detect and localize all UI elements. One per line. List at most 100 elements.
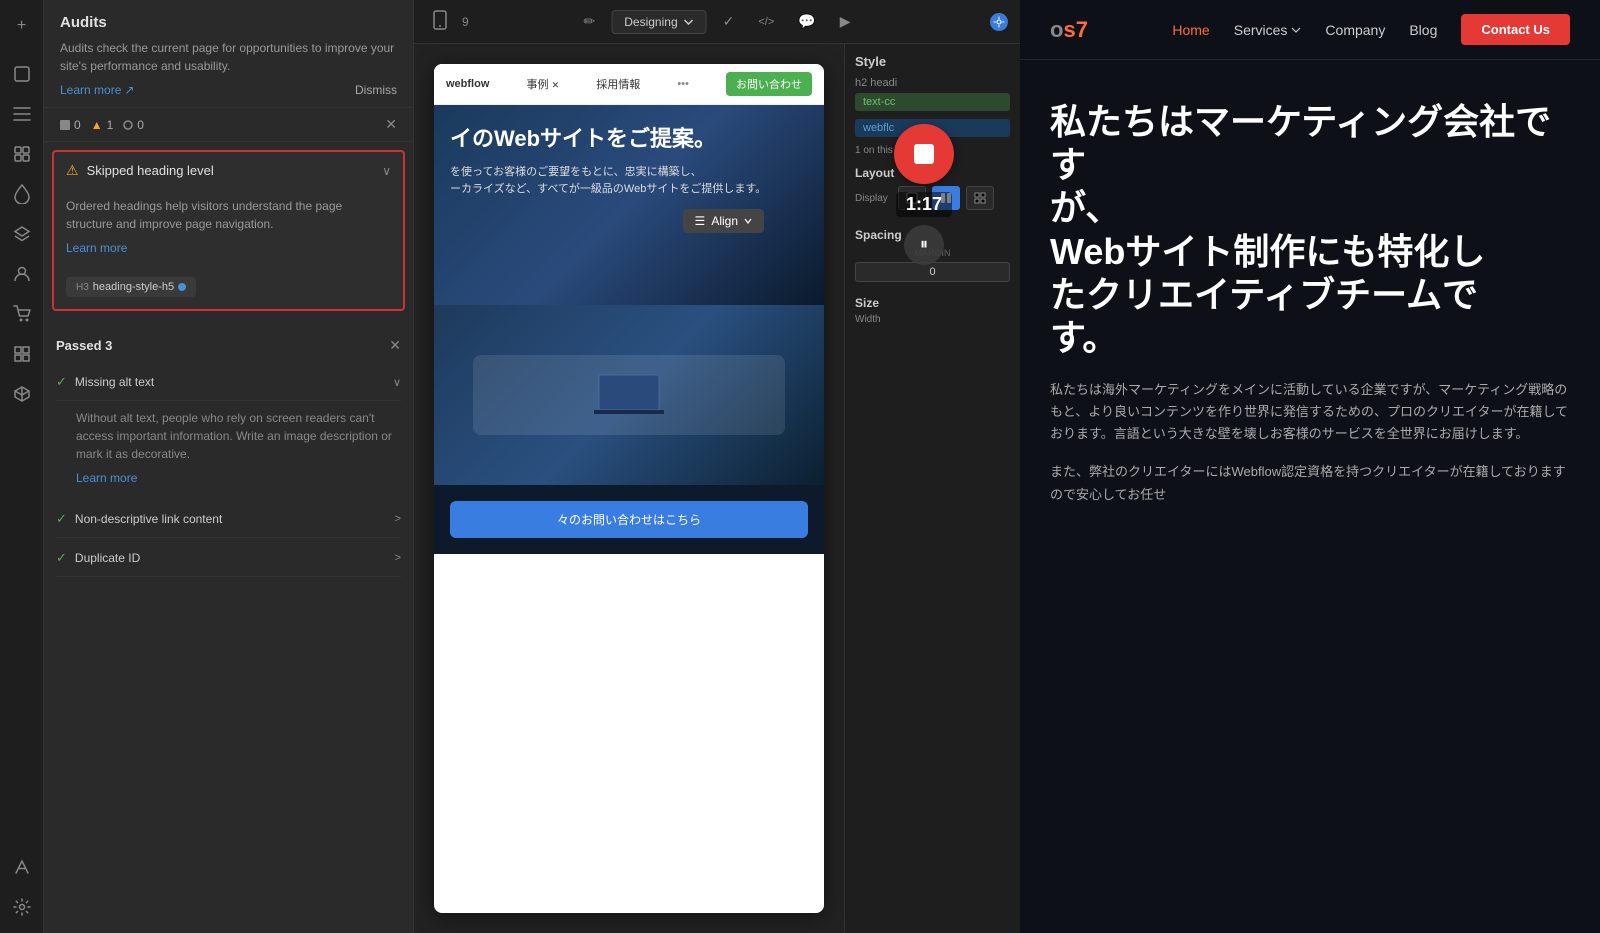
- nav-logo: os7: [1050, 17, 1088, 43]
- duplicate-id-check: ✓: [56, 550, 67, 566]
- size-section-title: Size: [855, 296, 1010, 310]
- nav-services[interactable]: Services: [1234, 22, 1302, 38]
- link-content-chevron: >: [395, 513, 401, 525]
- play-icon[interactable]: ▶: [832, 9, 859, 34]
- duplicate-id-title: Duplicate ID: [75, 551, 395, 565]
- heading-tag[interactable]: H3 heading-style-h5: [66, 277, 196, 297]
- skipped-heading-tag-row: H3 heading-style-h5: [54, 269, 403, 309]
- skipped-heading-body: Ordered headings help visitors understan…: [54, 189, 403, 269]
- mobile-subtext: を使ってお客様のご要望をもとに、忠実に構築し、ーカライズなど、すべてが一級品のW…: [450, 164, 808, 199]
- code-icon[interactable]: </>: [750, 12, 782, 32]
- audits-dismiss-button[interactable]: Dismiss: [355, 83, 397, 97]
- mobile-hero: イのWebサイトをご提案。 を使ってお客様のご要望をもとに、忠実に構築し、ーカラ…: [434, 105, 824, 305]
- tag-dot: [178, 283, 186, 291]
- link-content-header[interactable]: ✓ Non-descriptive link content >: [56, 501, 401, 538]
- topbar-left: 9: [426, 6, 469, 37]
- designing-dropdown[interactable]: Designing: [611, 10, 706, 34]
- alt-text-chevron: ∨: [393, 376, 401, 389]
- duplicate-id-chevron: >: [395, 552, 401, 564]
- hero-body-2: また、弊社のクリエイターにはWebflow認定資格を持つクリエイターが在籍してお…: [1050, 461, 1570, 505]
- canvas-area: webflow 事例 ✕ 採用情報 ••• お問い合わせ イのWebサイトをご提…: [414, 44, 844, 933]
- cart-icon[interactable]: [6, 298, 38, 330]
- audits-learn-more-link[interactable]: Learn more ↗: [60, 83, 134, 97]
- skipped-heading-learn-more[interactable]: Learn more: [66, 239, 391, 257]
- display-label: Display: [855, 193, 888, 204]
- nav-links: Home Services Company Blog: [1172, 22, 1437, 38]
- grid-icon[interactable]: [6, 338, 38, 370]
- mobile-nav-dots[interactable]: •••: [677, 78, 689, 90]
- website-hero: 私たちはマーケティング会社ですが、Webサイト制作にも特化したクリエイティブチー…: [1020, 60, 1600, 536]
- score-passed: 0: [123, 118, 144, 132]
- hero-heading: 私たちはマーケティング会社ですが、Webサイト制作にも特化したクリエイティブチー…: [1050, 100, 1570, 359]
- score-close-button[interactable]: ✕: [385, 116, 397, 133]
- passed-item-duplicate-id: ✓ Duplicate ID >: [52, 540, 405, 577]
- align-button[interactable]: ☰ Align: [683, 209, 764, 233]
- heading-label: h2 headi: [855, 77, 1010, 89]
- editor-topbar: 9 ✏ Designing ✓ </> 💬 ▶: [414, 0, 1020, 44]
- drop-icon[interactable]: [6, 178, 38, 210]
- font-icon[interactable]: [6, 851, 38, 883]
- components-icon[interactable]: [6, 138, 38, 170]
- alt-text-learn-more[interactable]: Learn more: [76, 469, 401, 487]
- mobile-nav-career[interactable]: 採用情報: [596, 76, 640, 92]
- hero-body: 私たちは海外マーケティングをメインに活動している企業ですが、マーケティング戦略の…: [1050, 379, 1570, 445]
- alt-text-body: Without alt text, people who rely on scr…: [56, 401, 401, 499]
- topbar-right: [990, 13, 1008, 31]
- audits-panel: Audits Audits check the current page for…: [44, 0, 414, 933]
- left-toolbar: +: [0, 0, 44, 933]
- mobile-nav-case[interactable]: 事例 ✕: [527, 76, 560, 92]
- mobile-device-icon[interactable]: [426, 6, 454, 37]
- record-stop-button[interactable]: [894, 124, 954, 184]
- mobile-nav-contact[interactable]: お問い合わせ: [726, 72, 812, 96]
- passed-title: Passed 3: [56, 338, 389, 353]
- nav-contact-cta[interactable]: Contact Us: [1461, 14, 1570, 45]
- user-icon[interactable]: [6, 258, 38, 290]
- align-icon: ☰: [695, 214, 706, 228]
- style-tag1[interactable]: text-cc: [855, 93, 1010, 111]
- warning-icon: ⚠: [66, 162, 79, 179]
- mobile-cta-button[interactable]: 々のお問い合わせはこちら: [450, 501, 808, 538]
- comment-icon[interactable]: 💬: [790, 9, 823, 34]
- width-label: Width: [855, 314, 1010, 325]
- record-pause-button[interactable]: ⏸: [904, 225, 944, 265]
- layers-icon[interactable]: [6, 218, 38, 250]
- settings-icon[interactable]: [6, 891, 38, 923]
- nav-company[interactable]: Company: [1325, 22, 1385, 38]
- passed-section: Passed 3 ✕ ✓ Missing alt text ∨ Without …: [52, 327, 405, 579]
- mobile-heading: イのWebサイトをご提案。: [450, 125, 808, 154]
- cube-icon[interactable]: [6, 378, 38, 410]
- audits-title: Audits: [60, 14, 397, 31]
- recording-overlay: 1:17 ⏸: [894, 124, 954, 265]
- audits-score-bar: 0 ▲ 1 0 ✕: [44, 108, 413, 142]
- passed-header[interactable]: Passed 3 ✕: [52, 327, 405, 364]
- check-icon[interactable]: ✓: [715, 9, 743, 34]
- skipped-heading-header[interactable]: ⚠ Skipped heading level ∨: [54, 152, 403, 189]
- style-panel-title: Style: [855, 54, 1010, 69]
- audits-links: Learn more ↗ Dismiss: [60, 83, 397, 97]
- nav-home[interactable]: Home: [1172, 22, 1209, 38]
- link-content-title: Non-descriptive link content: [75, 512, 395, 526]
- audits-header: Audits Audits check the current page for…: [44, 0, 413, 108]
- mobile-topbar: webflow 事例 ✕ 採用情報 ••• お問い合わせ: [434, 64, 824, 105]
- stop-icon: [914, 144, 934, 164]
- mobile-nav-logo: webflow: [446, 78, 489, 90]
- duplicate-id-header[interactable]: ✓ Duplicate ID >: [56, 540, 401, 577]
- passed-close-button[interactable]: ✕: [389, 337, 401, 354]
- page-icon[interactable]: [6, 58, 38, 90]
- preview-area: webflow 事例 ✕ 採用情報 ••• お問い合わせ イのWebサイトをご提…: [414, 44, 1020, 933]
- margin-input[interactable]: [855, 262, 1010, 282]
- nav-blog[interactable]: Blog: [1409, 22, 1437, 38]
- pen-icon[interactable]: ✏: [576, 9, 604, 34]
- menu-icon[interactable]: [6, 98, 38, 130]
- display-grid-btn[interactable]: [966, 186, 994, 210]
- mobile-cta-section: 々のお問い合わせはこちら: [434, 485, 824, 554]
- add-icon[interactable]: +: [6, 10, 38, 42]
- alt-text-check: ✓: [56, 374, 67, 390]
- score-errors: 0: [60, 118, 81, 132]
- website-preview: os7 Home Services Company Blog Contact U…: [1020, 0, 1600, 933]
- skipped-heading-chevron: ∨: [382, 164, 391, 178]
- settings-gear[interactable]: [990, 13, 1008, 31]
- alt-text-header[interactable]: ✓ Missing alt text ∨: [56, 364, 401, 401]
- passed-item-link-content: ✓ Non-descriptive link content >: [52, 501, 405, 538]
- record-timer: 1:17: [896, 192, 952, 217]
